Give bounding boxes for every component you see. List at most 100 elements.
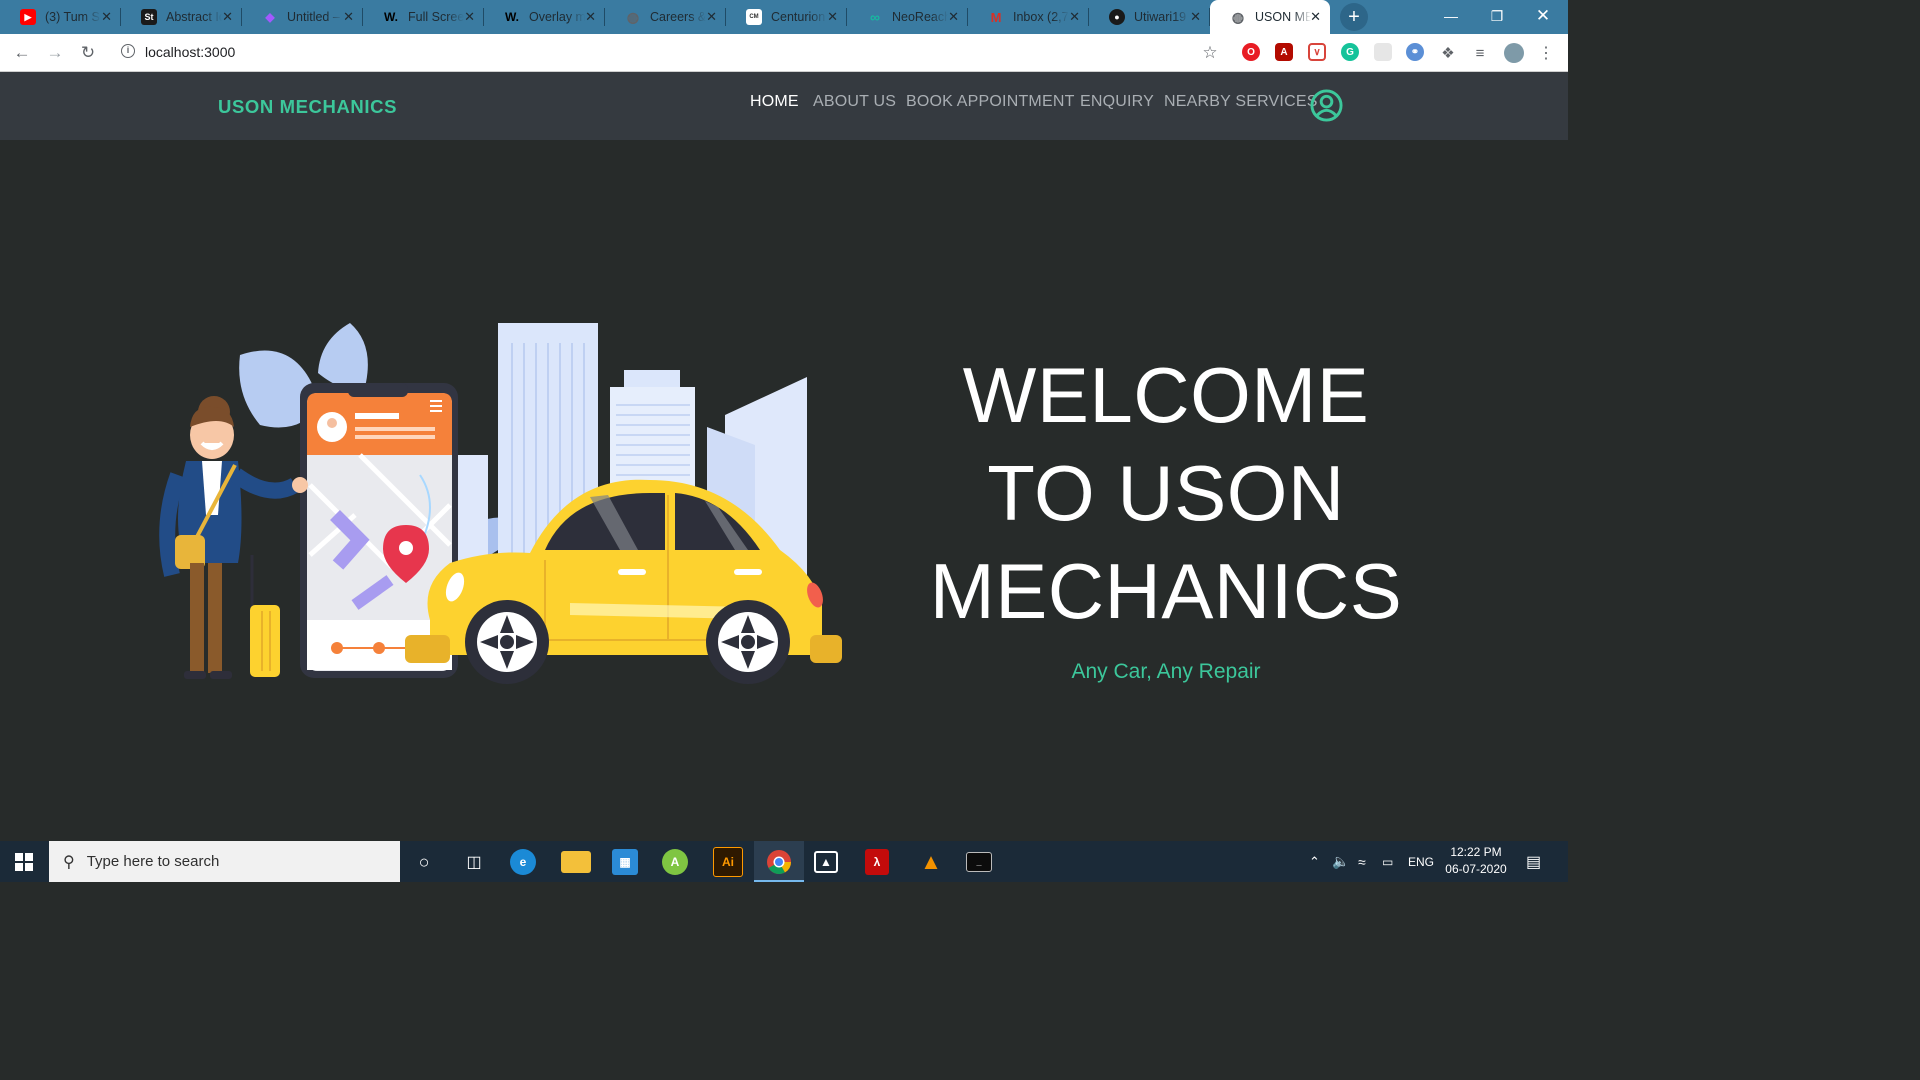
grammarly-extension-icon[interactable]: G: [1341, 43, 1359, 61]
tab-close-icon[interactable]: ✕: [585, 10, 596, 24]
language-indicator[interactable]: ENG: [1408, 841, 1434, 882]
browser-tab[interactable]: CM Centurion ✕: [726, 0, 847, 34]
chrome-icon[interactable]: [764, 847, 794, 877]
hero-section: WELCOME TO USON MECHANICS Any Car, Any R…: [0, 140, 1568, 841]
hero-heading-line-1: WELCOME: [962, 351, 1370, 439]
browser-tab-title: Untitled – Figma: [287, 10, 343, 24]
github-icon: ●: [1109, 9, 1125, 25]
browser-tab-title: (3) Tum Se Hi: [45, 10, 101, 24]
st-icon: St: [141, 9, 157, 25]
browser-tab[interactable]: W. Full Screen✕: [363, 0, 484, 34]
taskbar-search-box[interactable]: ⚲ Type here to search: [49, 841, 400, 882]
hero-heading: WELCOME TO USON MECHANICS: [900, 346, 1432, 640]
browser-tab[interactable]: ∞ NeoReach ✕: [847, 0, 968, 34]
browser-tab-title: NeoReach: [892, 10, 948, 24]
terminal-icon[interactable]: _: [966, 852, 992, 872]
show-hidden-icons-icon[interactable]: ⌃: [1309, 841, 1320, 882]
clock-date: 06-07-2020: [1445, 862, 1507, 876]
tab-close-icon[interactable]: ✕: [1069, 10, 1080, 24]
nav-enquiry[interactable]: ENQUIRY: [1080, 93, 1154, 111]
file-explorer-icon[interactable]: [561, 851, 591, 873]
figma-icon: ◆: [265, 10, 275, 24]
browser-tab[interactable]: St Abstract Icons✕: [121, 0, 242, 34]
tab-close-icon[interactable]: ✕: [827, 10, 838, 24]
extension-icon[interactable]: [1374, 43, 1392, 61]
brand-logo[interactable]: USON MECHANICS: [218, 96, 397, 118]
react-extension-icon[interactable]: ⚭: [1406, 43, 1424, 61]
browser-tab[interactable]: M Inbox (2,7…✕: [968, 0, 1089, 34]
restore-icon[interactable]: ❐: [1474, 0, 1520, 32]
forward-icon[interactable]: →: [43, 42, 67, 64]
tab-close-icon[interactable]: ✕: [1190, 10, 1201, 24]
browser-tab[interactable]: ◆ Untitled – Figma✕: [242, 0, 363, 34]
notifications-icon[interactable]: ▤: [1526, 841, 1541, 882]
neoreach-icon: ∞: [870, 9, 880, 25]
tab-close-icon[interactable]: ✕: [1310, 10, 1321, 24]
browser-tab[interactable]: ◍ USON MECHANICS✕: [1210, 0, 1330, 34]
globe-icon: ◍: [626, 8, 640, 25]
vlc-icon[interactable]: ▲: [916, 847, 946, 877]
browser-tab[interactable]: ● Utiwari19 ✕: [1089, 0, 1210, 34]
tab-close-icon[interactable]: ✕: [222, 10, 233, 24]
tab-close-icon[interactable]: ✕: [464, 10, 475, 24]
site-info-icon[interactable]: i: [121, 44, 135, 58]
battery-icon[interactable]: ▭: [1382, 841, 1393, 882]
search-icon: ⚲: [63, 853, 75, 871]
task-view-icon[interactable]: ◫: [459, 847, 489, 877]
close-window-icon[interactable]: ✕: [1520, 0, 1566, 32]
taskbar-clock[interactable]: 12:22 PM 06-07-2020: [1436, 844, 1516, 878]
reload-icon[interactable]: ↻: [76, 42, 100, 64]
nav-nearby-services[interactable]: NEARBY SERVICES: [1164, 93, 1318, 111]
taskbar-search-placeholder: Type here to search: [86, 853, 220, 870]
tab-close-icon[interactable]: ✕: [343, 10, 354, 24]
w-icon: W.: [384, 10, 398, 24]
pdf-extension-icon[interactable]: A: [1275, 43, 1293, 61]
photos-icon[interactable]: ▲: [814, 851, 838, 873]
back-icon[interactable]: ←: [10, 42, 34, 64]
browser-tab-title: Inbox (2,7…: [1013, 10, 1069, 24]
clock-time: 12:22 PM: [1450, 845, 1502, 859]
tab-close-icon[interactable]: ✕: [706, 10, 717, 24]
volume-icon[interactable]: 🔈: [1332, 841, 1349, 882]
edge-browser-icon[interactable]: e: [510, 849, 536, 875]
gmail-icon: M: [990, 9, 1002, 25]
pocket-extension-icon[interactable]: ∨: [1308, 43, 1326, 61]
hero-tagline: Any Car, Any Repair: [1071, 660, 1261, 683]
browser-tab[interactable]: ◍ Careers & Jobs✕: [605, 0, 726, 34]
nav-home[interactable]: HOME: [750, 93, 799, 111]
browser-tab[interactable]: W. Overlay menu✕: [484, 0, 605, 34]
browser-tab-title: Centurion: [771, 10, 826, 24]
browser-tab[interactable]: ▶ (3) Tum Se Hi✕: [0, 0, 121, 34]
profile-avatar[interactable]: [1504, 43, 1524, 63]
address-bar[interactable]: localhost:3000: [145, 44, 235, 60]
chrome-logo-icon: [767, 850, 791, 875]
opera-extension-icon[interactable]: O: [1242, 43, 1260, 61]
extensions-puzzle-icon[interactable]: ❖: [1436, 42, 1460, 64]
user-account-icon[interactable]: [1310, 89, 1343, 122]
tab-close-icon[interactable]: ✕: [101, 10, 112, 24]
nav-book-appointment[interactable]: BOOK APPOINTMENT: [906, 93, 1075, 111]
nav-about-us[interactable]: ABOUT US: [813, 93, 896, 111]
illustrator-icon[interactable]: Ai: [713, 847, 743, 877]
youtube-icon: ▶: [20, 9, 36, 25]
tab-close-icon[interactable]: ✕: [948, 10, 959, 24]
browser-tab-title: Careers & Jobs: [650, 10, 706, 24]
wifi-icon[interactable]: ≈: [1358, 841, 1366, 882]
browser-tab-title: Full Screen: [408, 10, 464, 24]
bookmark-star-icon[interactable]: ☆: [1198, 42, 1222, 64]
new-tab-button[interactable]: +: [1340, 3, 1368, 31]
browser-tab-strip: ▶(3) Tum Se Hi✕StAbstract Icons✕◆Untitle…: [0, 0, 1568, 34]
browser-toolbar: ← → ↻ i localhost:3000 ☆ O A ∨ G ⚭ ❖ ≡ ⋮: [0, 34, 1568, 72]
site-navbar: USON MECHANICS HOME ABOUT US BOOK APPOIN…: [0, 72, 1568, 140]
android-studio-icon[interactable]: A: [662, 849, 688, 875]
hero-heading-line-3: MECHANICS: [929, 547, 1403, 635]
w-icon: W.: [505, 10, 519, 24]
microsoft-store-icon[interactable]: ▦: [612, 849, 638, 875]
media-control-icon[interactable]: ≡: [1468, 42, 1492, 64]
cortana-icon[interactable]: ○: [409, 847, 439, 877]
browser-menu-icon[interactable]: ⋮: [1534, 42, 1558, 64]
minimize-icon[interactable]: —: [1428, 0, 1474, 32]
acrobat-reader-icon[interactable]: λ: [865, 849, 889, 875]
browser-tab-title: Overlay menu: [529, 10, 585, 24]
windows-start-button[interactable]: [0, 841, 48, 882]
